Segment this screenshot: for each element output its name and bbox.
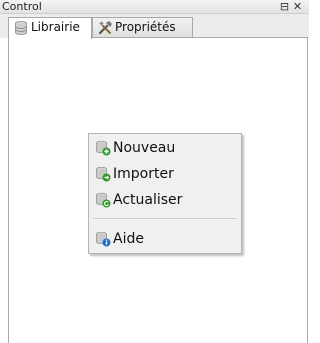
db-import-icon (96, 166, 111, 182)
menu-item-actualiser[interactable]: Actualiser (89, 189, 241, 211)
tab-librairie[interactable]: Librairie (8, 17, 92, 39)
menu-item-label: Aide (113, 231, 144, 247)
panel-title: Control (2, 0, 42, 13)
menu-item-label: Importer (113, 166, 174, 182)
menu-item-nouveau[interactable]: Nouveau (89, 137, 241, 159)
restore-icon[interactable]: ⊟ (279, 1, 290, 12)
db-help-icon (96, 231, 111, 247)
context-menu: Nouveau Importer Actualiser Aide (88, 133, 242, 254)
tab-proprietes[interactable]: Propriétés (92, 17, 193, 38)
close-icon[interactable]: ✕ (292, 1, 303, 12)
db-refresh-icon (96, 192, 111, 208)
database-icon (15, 21, 27, 35)
menu-item-importer[interactable]: Importer (89, 163, 241, 185)
tools-icon (98, 21, 112, 35)
panel-titlebar: Control ⊟ ✕ (0, 0, 309, 14)
menu-item-label: Nouveau (113, 140, 176, 156)
tab-librairie-label: Librairie (31, 20, 80, 34)
menu-item-label: Actualiser (113, 192, 183, 208)
db-add-icon (96, 140, 111, 156)
menu-separator (93, 218, 237, 219)
tab-bar: Librairie Propriétés (0, 14, 309, 39)
menu-item-aide[interactable]: Aide (89, 228, 241, 250)
tab-proprietes-label: Propriétés (115, 20, 176, 34)
